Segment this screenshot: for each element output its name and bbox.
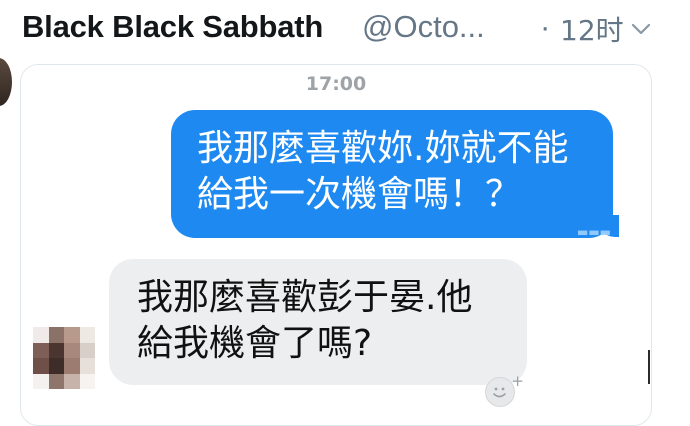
author-avatar[interactable] bbox=[0, 58, 12, 106]
contact-avatar bbox=[33, 327, 95, 389]
scroll-edge-mark bbox=[648, 350, 650, 384]
watermark-mark: ▬▬▬ bbox=[577, 225, 612, 239]
outgoing-message-bubble: 我那麼喜歡妳.妳就不能 給我一次機會嗎！？ bbox=[171, 110, 613, 238]
tweet-media-image[interactable]: 17:00 我那麼喜歡妳.妳就不能 給我一次機會嗎！？ ▬▬▬ 我那麼喜歡彭于晏… bbox=[20, 64, 652, 426]
author-handle[interactable]: @Octo... bbox=[362, 9, 485, 45]
header-separator: · bbox=[540, 9, 551, 44]
chat-timestamp: 17:00 bbox=[305, 73, 367, 95]
incoming-message-bubble: 我那麼喜歡彭于晏.他 給我機會了嗎? bbox=[109, 259, 527, 385]
smiley-icon bbox=[493, 387, 506, 398]
tweet-header: Black Black Sabbath @Octo... · 12时 bbox=[22, 6, 682, 54]
outgoing-message-line: 給我一次機會嗎！？ bbox=[197, 174, 522, 215]
author-display-name[interactable]: Black Black Sabbath bbox=[22, 9, 323, 45]
incoming-message-line: 給我機會了嗎? bbox=[137, 323, 373, 364]
outgoing-message-line: 我那麼喜歡妳.妳就不能 bbox=[197, 128, 569, 169]
tweet-timestamp[interactable]: 12时 bbox=[560, 9, 624, 49]
add-reaction-plus: + bbox=[511, 372, 524, 390]
incoming-message-line: 我那麼喜歡彭于晏.他 bbox=[137, 277, 473, 318]
emoji-add-icon[interactable]: + bbox=[485, 372, 524, 407]
chevron-down-icon[interactable] bbox=[630, 18, 652, 40]
